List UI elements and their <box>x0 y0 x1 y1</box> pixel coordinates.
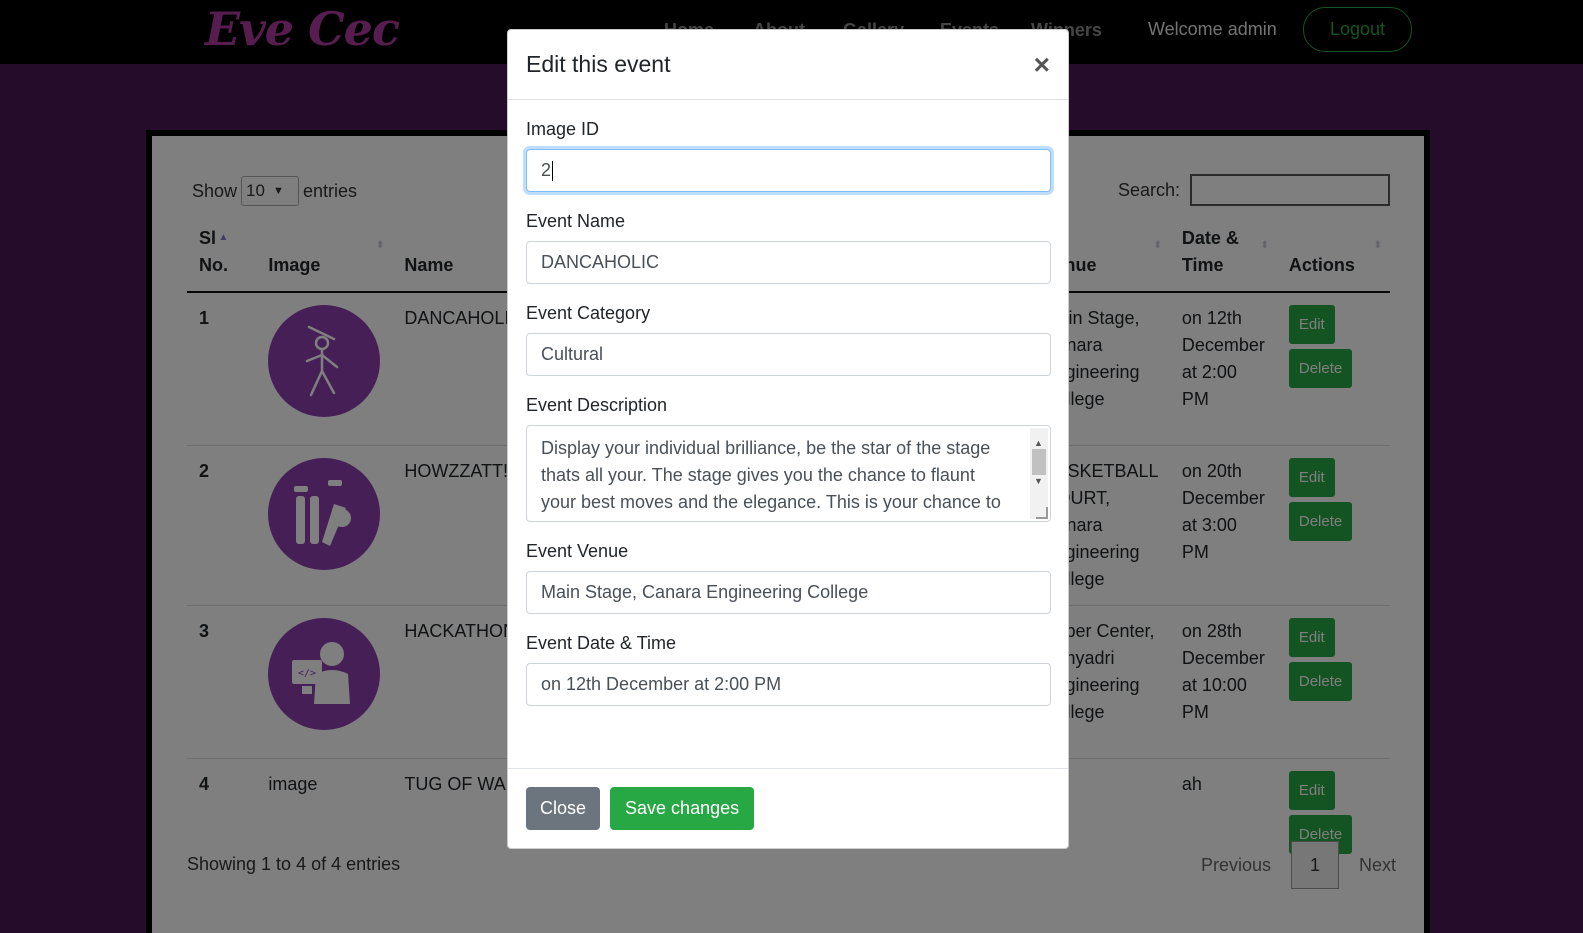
event-datetime-input[interactable]: on 12th December at 2:00 PM <box>526 663 1051 706</box>
textarea-scrollbar[interactable]: ▲ ▼ <box>1030 428 1048 519</box>
save-changes-button[interactable]: Save changes <box>610 787 755 830</box>
edit-event-modal: Edit this event × Image ID 2 Event Name … <box>507 29 1069 849</box>
text-cursor <box>552 160 554 181</box>
event-description-textarea[interactable]: Display your individual brilliance, be t… <box>526 425 1051 522</box>
event-name-input[interactable]: DANCAHOLIC <box>526 241 1051 284</box>
close-button[interactable]: Close <box>526 787 601 830</box>
event-category-input[interactable]: Cultural <box>526 333 1051 376</box>
modal-body: Image ID 2 Event Name DANCAHOLIC Event C… <box>508 100 1068 706</box>
event-venue-label: Event Venue <box>526 541 629 561</box>
modal-footer: Close Save changes <box>508 768 1068 848</box>
event-description-group: Event Description Display your individua… <box>526 394 1051 522</box>
close-icon[interactable]: × <box>1034 50 1050 79</box>
image-id-value: 2 <box>541 160 552 180</box>
event-datetime-group: Event Date & Time on 12th December at 2:… <box>526 632 1051 706</box>
image-id-input[interactable]: 2 <box>526 149 1051 192</box>
event-description-value: Display your individual brilliance, be t… <box>541 438 1001 521</box>
modal-header: Edit this event × <box>508 30 1068 100</box>
scroll-down-icon[interactable]: ▼ <box>1034 468 1043 495</box>
image-id-label: Image ID <box>526 119 600 139</box>
event-category-group: Event Category Cultural <box>526 302 1051 376</box>
image-id-group: Image ID 2 <box>526 118 1051 192</box>
event-venue-input[interactable]: Main Stage, Canara Engineering College <box>526 571 1051 614</box>
event-venue-group: Event Venue Main Stage, Canara Engineeri… <box>526 540 1051 614</box>
event-name-group: Event Name DANCAHOLIC <box>526 210 1051 284</box>
event-description-label: Event Description <box>526 395 668 415</box>
resize-handle-icon[interactable] <box>1036 507 1048 519</box>
event-category-label: Event Category <box>526 303 651 323</box>
event-datetime-label: Event Date & Time <box>526 633 677 653</box>
modal-title: Edit this event <box>526 51 671 77</box>
event-name-label: Event Name <box>526 211 626 231</box>
